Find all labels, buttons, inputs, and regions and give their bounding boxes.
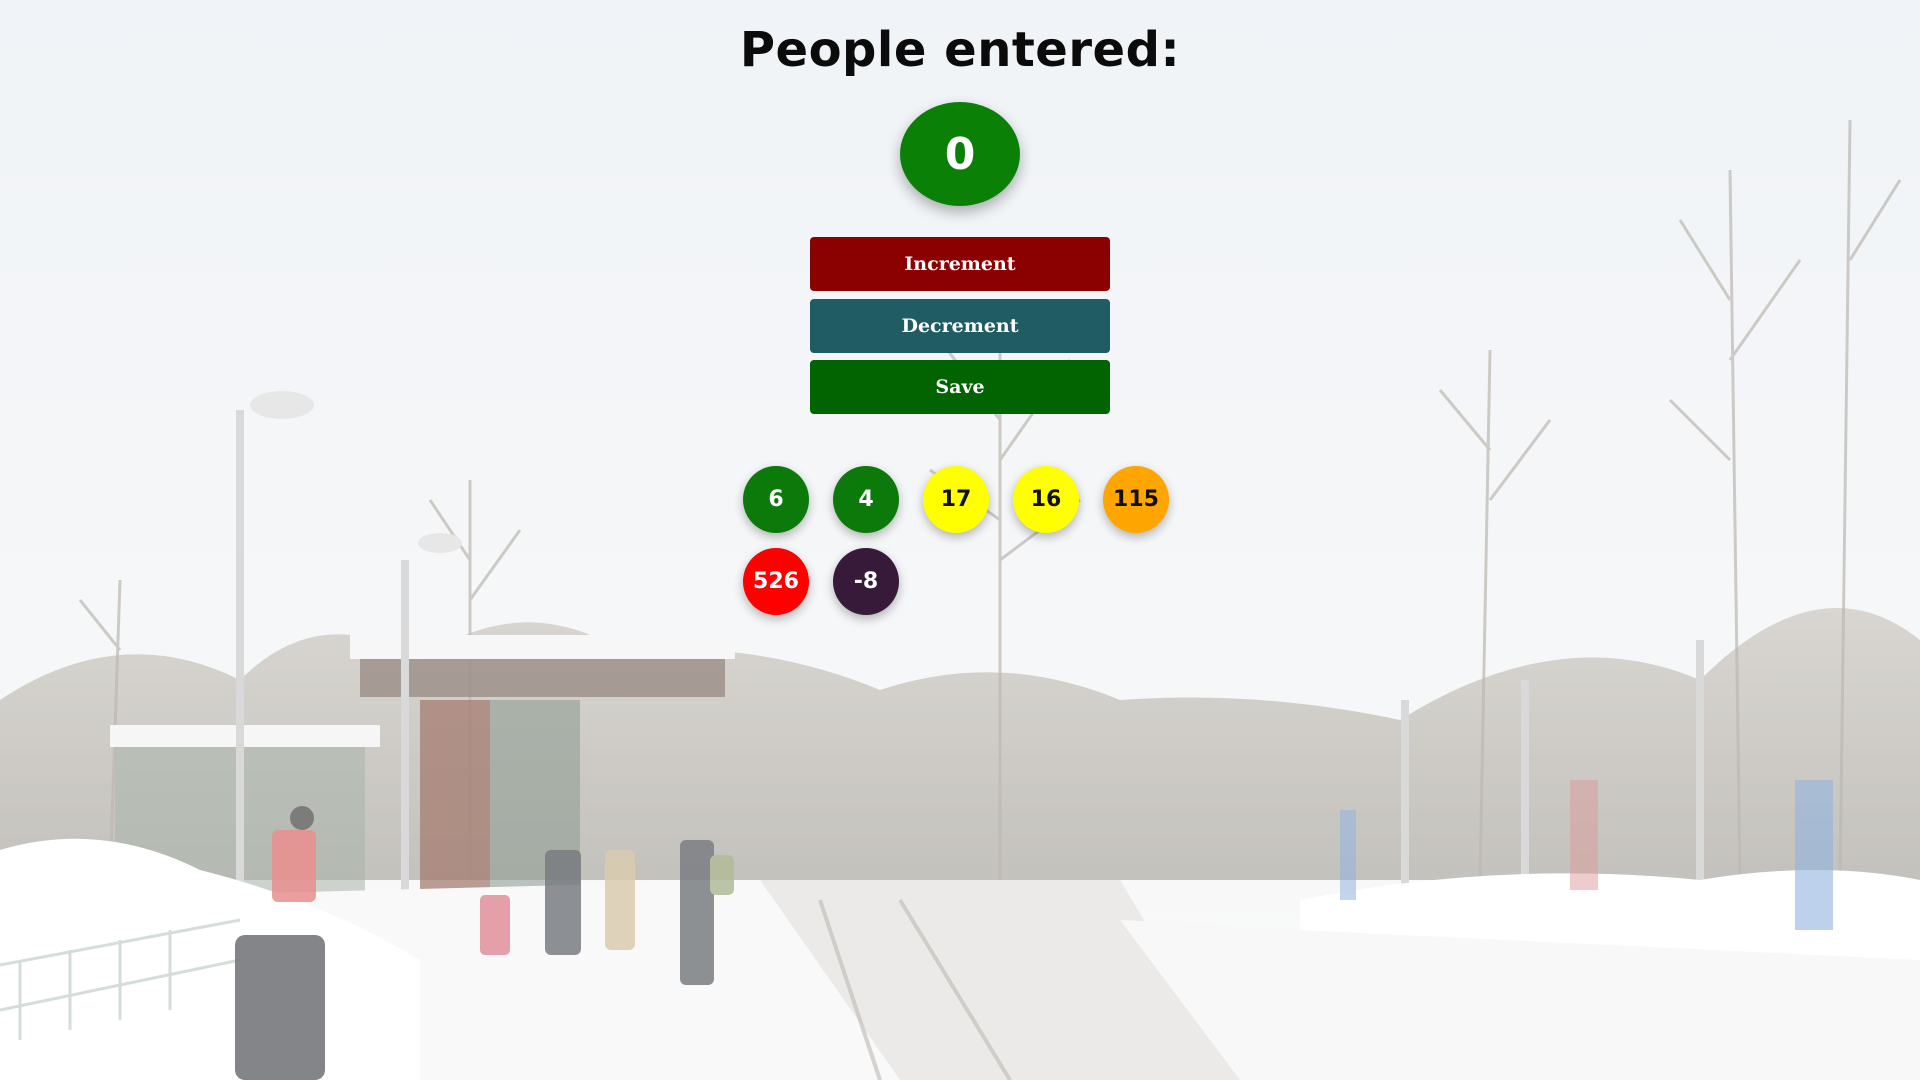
increment-button[interactable]: Increment bbox=[810, 237, 1110, 291]
counter-app: People entered: 0 Increment Decrement Sa… bbox=[0, 0, 1920, 1080]
decrement-button[interactable]: Decrement bbox=[810, 299, 1110, 353]
page-title: People entered: bbox=[739, 22, 1181, 78]
saved-entry: 115 bbox=[1103, 466, 1169, 533]
counter-display: 0 bbox=[900, 102, 1020, 206]
saved-entry: 16 bbox=[1013, 466, 1079, 533]
saved-entries-list: 6 4 17 16 115 526 -8 bbox=[743, 466, 1183, 615]
saved-entry: 526 bbox=[743, 548, 809, 615]
saved-entry: 17 bbox=[923, 466, 989, 533]
saved-entry: 4 bbox=[833, 466, 899, 533]
saved-entry: -8 bbox=[833, 548, 899, 615]
saved-entry: 6 bbox=[743, 466, 809, 533]
save-button[interactable]: Save bbox=[810, 360, 1110, 414]
